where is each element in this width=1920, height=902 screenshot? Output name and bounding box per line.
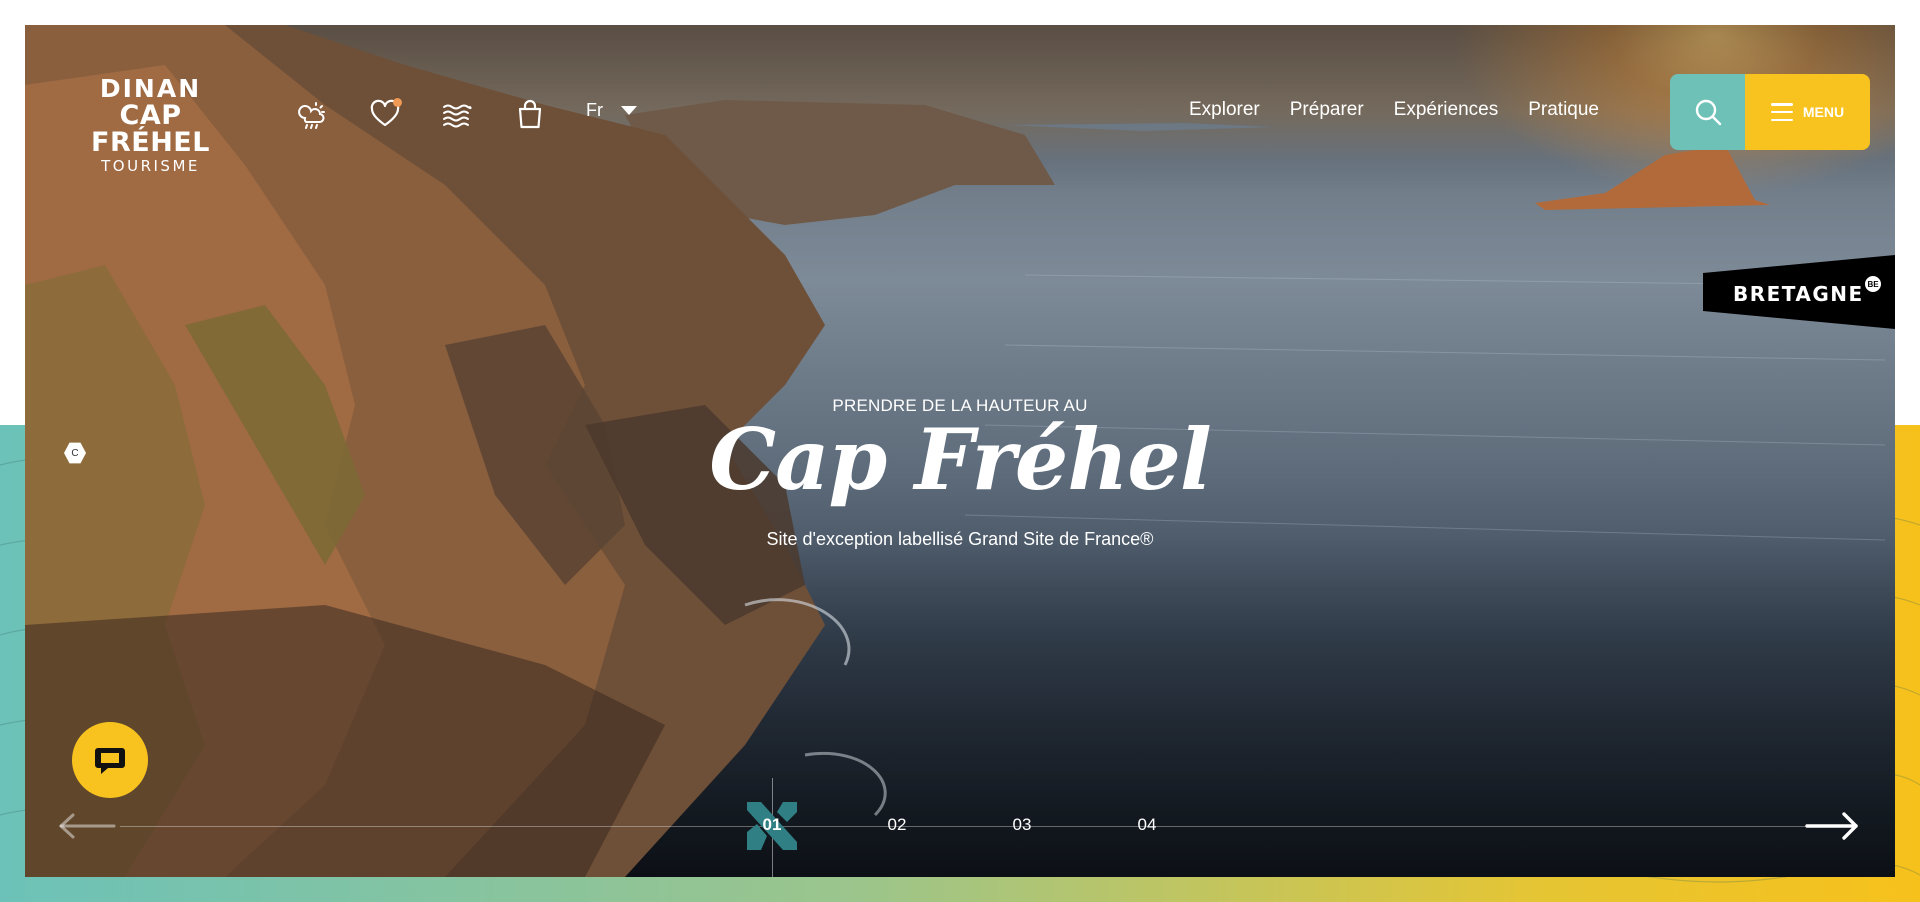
site-logo[interactable]: DINAN CAP FRÉHEL TOURISME [58,76,243,174]
nav-item-preparer[interactable]: Préparer [1290,99,1364,121]
hero-title: Cap Fréhel [709,410,1212,509]
slide-tab-1[interactable]: 01 [752,815,792,835]
weather-icon [298,102,325,129]
language-current: Fr [586,100,603,120]
menu-label: MENU [1802,104,1845,120]
bretagne-badge[interactable]: BRETAGNE BE [1703,255,1895,329]
weather-button[interactable] [294,96,330,132]
chat-button[interactable] [72,722,148,798]
nav-item-pratique[interactable]: Pratique [1528,99,1599,121]
menu-button[interactable]: MENU [1745,74,1870,150]
sea-waves-icon [443,104,472,128]
search-icon [1695,99,1721,126]
hero-subtitle: Site d'exception labellisé Grand Site de… [766,529,1154,549]
chat-icon [95,748,125,774]
bretagne-label: BRETAGNE [1733,282,1864,306]
logo-line-3: TOURISME [101,157,200,175]
slide-tab-4[interactable]: 04 [1127,815,1167,835]
hamburger-icon [1770,103,1793,121]
arrow-right-icon[interactable] [1805,811,1859,841]
favorites-indicator-dot [393,98,402,107]
shopping-bag-icon [518,99,542,129]
slider-track [120,826,1810,827]
arrow-left-icon[interactable] [58,812,116,840]
language-selector[interactable]: Fr [586,100,637,121]
sea-conditions-button[interactable] [439,96,475,132]
chevron-down-icon [621,106,637,115]
slide-tab-3[interactable]: 03 [1002,815,1042,835]
nav-item-experiences[interactable]: Expériences [1394,99,1499,121]
search-button[interactable] [1670,74,1745,150]
nav-item-explorer[interactable]: Explorer [1189,99,1260,121]
logo-line-1: DINAN [99,74,202,103]
slide-tab-2[interactable]: 02 [877,815,917,835]
bretagne-mark: BE [1865,276,1881,292]
logo-line-2: CAP FRÉHEL [91,100,210,158]
favorites-button[interactable] [367,96,403,132]
main-navigation: Explorer Préparer Expériences Pratique [1189,99,1599,121]
shop-button[interactable] [512,96,548,132]
